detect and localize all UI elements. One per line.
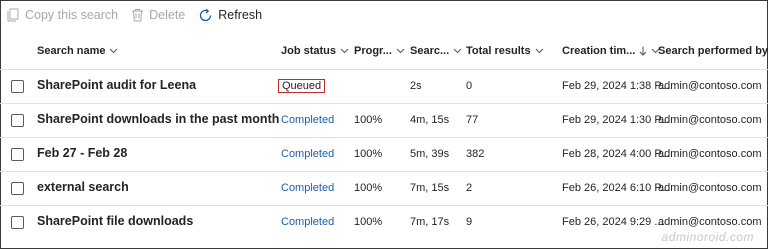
copy-icon bbox=[7, 8, 19, 22]
command-bar: Copy this search Delete Refresh bbox=[0, 0, 768, 30]
sort-down-arrow-icon bbox=[639, 46, 647, 56]
site-watermark: adminoroid.com bbox=[661, 230, 754, 244]
copy-search-button[interactable]: Copy this search bbox=[6, 8, 118, 22]
creation-time-value: Feb 28, 2024 4:00 P... bbox=[562, 148, 670, 160]
chevron-down-icon bbox=[110, 48, 118, 54]
row-checkbox[interactable] bbox=[11, 80, 24, 93]
search-name-link[interactable]: SharePoint file downloads bbox=[37, 214, 193, 228]
search-time-value: 7m, 17s bbox=[410, 216, 450, 228]
search-name-link[interactable]: Feb 27 - Feb 28 bbox=[37, 146, 127, 160]
performed-by-value: admin@contoso.com bbox=[658, 80, 762, 92]
row-checkbox[interactable] bbox=[11, 148, 24, 161]
table-row[interactable]: SharePoint file downloads Completed 100%… bbox=[0, 205, 768, 239]
creation-time-value: Feb 26, 2024 9:29 ... bbox=[562, 216, 664, 228]
chevron-down-icon bbox=[340, 48, 349, 54]
delete-label: Delete bbox=[149, 8, 186, 22]
column-header-job-status[interactable]: Job status bbox=[281, 45, 349, 57]
chevron-down-icon bbox=[535, 48, 543, 54]
total-results-value: 9 bbox=[466, 216, 473, 228]
table-row[interactable]: SharePoint audit for Leena Queued 2s 0 F… bbox=[0, 69, 768, 103]
row-checkbox[interactable] bbox=[11, 114, 24, 127]
progress-value: 100% bbox=[354, 148, 383, 160]
progress-value: 100% bbox=[354, 114, 383, 126]
total-results-value: 77 bbox=[466, 114, 479, 126]
refresh-button[interactable]: Refresh bbox=[198, 8, 262, 23]
search-time-value: 5m, 39s bbox=[410, 148, 450, 160]
job-status-badge: Queued bbox=[278, 79, 326, 93]
table-row[interactable]: Feb 27 - Feb 28 Completed 100% 5m, 39s 3… bbox=[0, 137, 768, 171]
refresh-icon bbox=[200, 8, 212, 21]
column-header-performed-by[interactable]: Search performed by bbox=[658, 45, 768, 57]
job-status-link[interactable]: Completed bbox=[281, 182, 334, 194]
performed-by-value: admin@contoso.com bbox=[658, 182, 762, 194]
column-header-search-name[interactable]: Search name bbox=[37, 45, 118, 57]
chevron-down-icon bbox=[453, 48, 462, 54]
column-header-progress[interactable]: Progr... bbox=[354, 45, 405, 57]
search-name-link[interactable]: SharePoint audit for Leena bbox=[37, 78, 196, 92]
creation-time-value: Feb 26, 2024 6:10 P... bbox=[562, 182, 670, 194]
row-checkbox[interactable] bbox=[11, 182, 24, 195]
column-header-creation-time[interactable]: Creation tim... bbox=[562, 45, 660, 57]
progress-value: 100% bbox=[354, 182, 383, 194]
total-results-value: 2 bbox=[466, 182, 473, 194]
table-row[interactable]: external search Completed 100% 7m, 15s 2… bbox=[0, 171, 768, 205]
search-time-value: 4m, 15s bbox=[410, 114, 450, 126]
job-status-link[interactable]: Completed bbox=[281, 216, 334, 228]
table-row[interactable]: SharePoint downloads in the past month C… bbox=[0, 103, 768, 137]
job-status-link[interactable]: Completed bbox=[281, 148, 334, 160]
creation-time-value: Feb 29, 2024 1:30 P... bbox=[562, 114, 670, 126]
column-header-search-time[interactable]: Searc... bbox=[410, 45, 462, 57]
performed-by-value: admin@contoso.com bbox=[658, 148, 762, 160]
search-name-link[interactable]: SharePoint downloads in the past month bbox=[37, 112, 279, 126]
total-results-value: 0 bbox=[466, 80, 473, 92]
search-name-link[interactable]: external search bbox=[37, 180, 129, 194]
creation-time-value: Feb 29, 2024 1:38 P... bbox=[562, 80, 670, 92]
copy-search-label: Copy this search bbox=[25, 8, 119, 22]
progress-value: 100% bbox=[354, 216, 383, 228]
total-results-value: 382 bbox=[466, 148, 485, 160]
performed-by-value: admin@contoso.com bbox=[658, 114, 762, 126]
search-time-value: 2s bbox=[410, 80, 422, 92]
performed-by-value: admin@contoso.com bbox=[658, 216, 762, 228]
row-checkbox[interactable] bbox=[11, 216, 24, 229]
delete-button[interactable]: Delete bbox=[131, 8, 185, 22]
search-time-value: 7m, 15s bbox=[410, 182, 450, 194]
table-header: Search name Job status Progr... Searc...… bbox=[0, 38, 768, 66]
refresh-label: Refresh bbox=[218, 8, 263, 22]
job-status-link[interactable]: Completed bbox=[281, 114, 334, 126]
chevron-down-icon bbox=[396, 48, 405, 54]
trash-icon bbox=[132, 9, 144, 22]
column-header-total-results[interactable]: Total results bbox=[466, 45, 544, 57]
